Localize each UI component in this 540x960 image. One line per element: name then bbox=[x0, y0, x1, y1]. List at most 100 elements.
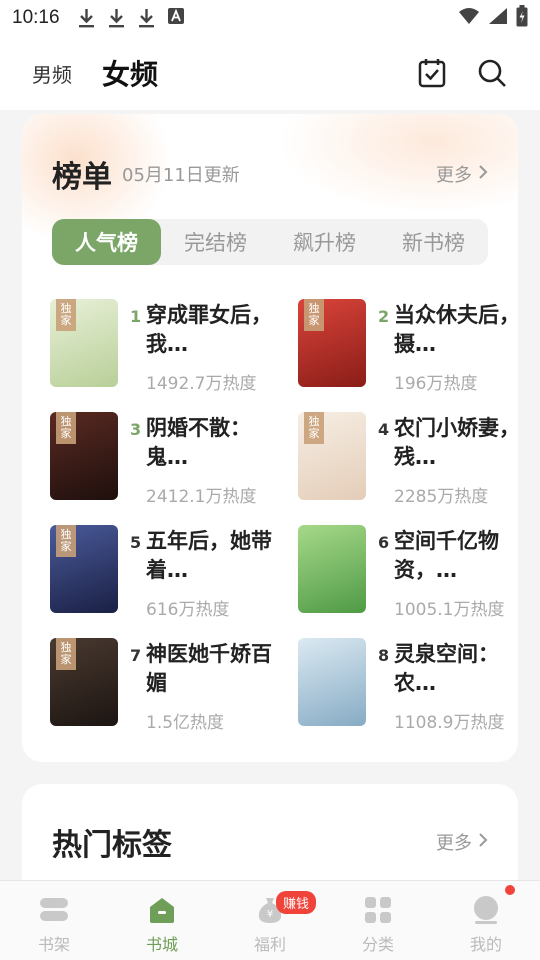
book-cover: 独家 bbox=[50, 525, 118, 613]
earn-badge: 赚钱 bbox=[276, 891, 317, 914]
book-heat: 1108.9万热度 bbox=[394, 713, 505, 733]
book-item[interactable]: 8 灵泉空间：农… 1108.9万热度 bbox=[298, 638, 518, 733]
exclusive-tag: 独家 bbox=[304, 299, 324, 331]
ranking-card: 榜单 05月11日更新 更多 人气榜 完结榜 飙升榜 新书榜 独家 1 穿成罪女… bbox=[22, 114, 518, 762]
nav-welfare[interactable]: ¥ 赚钱 福利 bbox=[216, 881, 324, 960]
book-title: 农门小娇妻，残… bbox=[394, 416, 518, 469]
bottom-nav: 书架 书城 ¥ 赚钱 福利 分类 我的 bbox=[0, 880, 540, 960]
nav-label: 书架 bbox=[37, 935, 70, 954]
book-rank: 8 bbox=[378, 646, 390, 665]
book-cover: 独家 bbox=[298, 412, 366, 500]
book-rank: 4 bbox=[378, 420, 390, 439]
book-heat: 2412.1万热度 bbox=[146, 487, 257, 507]
notification-icons bbox=[78, 8, 185, 28]
tab-female[interactable]: 女频 bbox=[100, 53, 161, 97]
book-rank: 3 bbox=[130, 420, 142, 439]
tab-new[interactable]: 新书榜 bbox=[379, 219, 488, 265]
nav-category[interactable]: 分类 bbox=[324, 881, 432, 960]
book-heat: 616万热度 bbox=[146, 600, 230, 620]
book-info: 4 农门小娇妻，残… 2285万热度 bbox=[378, 412, 518, 507]
nav-label: 分类 bbox=[361, 935, 394, 954]
book-heat: 1492.7万热度 bbox=[146, 374, 257, 394]
wifi-icon bbox=[458, 7, 480, 29]
calendar-check-icon[interactable] bbox=[416, 57, 448, 89]
status-time: 10:16 bbox=[12, 7, 60, 28]
nav-label: 福利 bbox=[253, 935, 286, 954]
book-item[interactable]: 独家 3 阴婚不散：鬼… 2412.1万热度 bbox=[50, 412, 280, 507]
book-heat: 196万热度 bbox=[394, 374, 478, 394]
nav-label: 书城 bbox=[145, 935, 178, 954]
book-title: 当众休夫后，摄… bbox=[394, 303, 518, 356]
tab-rising[interactable]: 飙升榜 bbox=[270, 219, 379, 265]
exclusive-tag: 独家 bbox=[56, 299, 76, 331]
ranking-tabs: 人气榜 完结榜 飙升榜 新书榜 bbox=[52, 219, 488, 265]
hot-tags-more-link[interactable]: 更多 bbox=[436, 829, 488, 855]
book-title: 神医她千娇百媚 bbox=[146, 642, 272, 695]
book-cover bbox=[298, 638, 366, 726]
book-heat: 2285万热度 bbox=[394, 487, 489, 507]
hot-tags-title: 热门标签 bbox=[52, 828, 172, 863]
home-icon bbox=[145, 895, 179, 925]
book-cover: 独家 bbox=[50, 299, 118, 387]
book-cover: 独家 bbox=[50, 638, 118, 726]
book-cover bbox=[298, 525, 366, 613]
more-label: 更多 bbox=[436, 833, 472, 854]
svg-text:¥: ¥ bbox=[267, 909, 273, 920]
book-item[interactable]: 6 空间千亿物资，… 1005.1万热度 bbox=[298, 525, 518, 620]
book-title: 阴婚不散：鬼… bbox=[146, 416, 251, 469]
book-rank: 5 bbox=[130, 533, 142, 552]
book-info: 7 神医她千娇百媚 1.5亿热度 bbox=[130, 638, 280, 733]
book-title: 灵泉空间：农… bbox=[394, 642, 499, 695]
top-header: 男频 女频 bbox=[0, 36, 540, 110]
exclusive-tag: 独家 bbox=[304, 412, 324, 444]
chevron-right-icon bbox=[478, 832, 488, 853]
book-cover: 独家 bbox=[298, 299, 366, 387]
book-item[interactable]: 独家 4 农门小娇妻，残… 2285万热度 bbox=[298, 412, 518, 507]
exclusive-tag: 独家 bbox=[56, 412, 76, 444]
nav-profile[interactable]: 我的 bbox=[432, 881, 540, 960]
tab-female-label: 女频 bbox=[102, 58, 159, 91]
ranking-title: 榜单 bbox=[52, 160, 112, 195]
tab-completed[interactable]: 完结榜 bbox=[161, 219, 270, 265]
book-title: 穿成罪女后，我… bbox=[146, 303, 272, 356]
header-actions bbox=[416, 57, 508, 89]
tab-popular[interactable]: 人气榜 bbox=[52, 219, 161, 265]
bookshelf-icon bbox=[37, 895, 71, 925]
book-item[interactable]: 独家 1 穿成罪女后，我… 1492.7万热度 bbox=[50, 299, 280, 394]
hot-tags-header: 热门标签 更多 bbox=[52, 822, 488, 863]
battery-icon bbox=[516, 5, 528, 31]
chevron-right-icon bbox=[478, 164, 488, 185]
book-item[interactable]: 独家 7 神医她千娇百媚 1.5亿热度 bbox=[50, 638, 280, 733]
book-rank: 2 bbox=[378, 307, 390, 326]
book-item[interactable]: 独家 2 当众休夫后，摄… 196万热度 bbox=[298, 299, 518, 394]
text-a-icon bbox=[167, 8, 185, 28]
book-rank: 7 bbox=[130, 646, 142, 665]
ranking-more-link[interactable]: 更多 bbox=[436, 161, 488, 187]
nav-label: 我的 bbox=[469, 935, 502, 954]
book-info: 3 阴婚不散：鬼… 2412.1万热度 bbox=[130, 412, 280, 507]
download-icon bbox=[138, 8, 155, 28]
book-title: 五年后，她带着… bbox=[146, 529, 272, 582]
exclusive-tag: 独家 bbox=[56, 638, 76, 670]
book-title: 空间千亿物资，… bbox=[394, 529, 499, 582]
book-item[interactable]: 独家 5 五年后，她带着… 616万热度 bbox=[50, 525, 280, 620]
download-icon bbox=[78, 8, 95, 28]
book-info: 8 灵泉空间：农… 1108.9万热度 bbox=[378, 638, 518, 733]
signal-icon bbox=[488, 7, 508, 29]
status-bar: 10:16 bbox=[0, 0, 540, 36]
book-info: 1 穿成罪女后，我… 1492.7万热度 bbox=[130, 299, 280, 394]
book-rank: 1 bbox=[130, 307, 142, 326]
nav-bookstore[interactable]: 书城 bbox=[108, 881, 216, 960]
book-info: 2 当众休夫后，摄… 196万热度 bbox=[378, 299, 518, 394]
book-info: 6 空间千亿物资，… 1005.1万热度 bbox=[378, 525, 518, 620]
book-cover: 独家 bbox=[50, 412, 118, 500]
book-rank: 6 bbox=[378, 533, 390, 552]
search-icon[interactable] bbox=[476, 57, 508, 89]
ranking-updated: 05月11日更新 bbox=[122, 165, 240, 186]
profile-icon bbox=[469, 895, 503, 925]
tab-male[interactable]: 男频 bbox=[32, 59, 72, 88]
notification-dot bbox=[505, 885, 516, 895]
nav-bookshelf[interactable]: 书架 bbox=[0, 881, 108, 960]
book-heat: 1.5亿热度 bbox=[146, 713, 225, 733]
download-icon bbox=[108, 8, 125, 28]
